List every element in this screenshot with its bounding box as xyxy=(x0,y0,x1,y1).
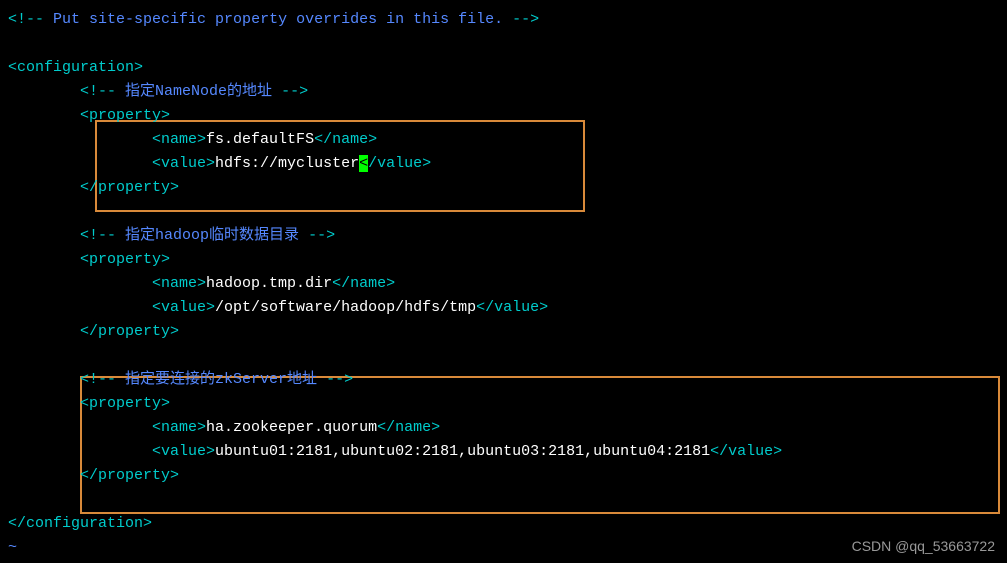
comment-dashes: -- xyxy=(26,11,53,28)
property-open: <property> xyxy=(80,251,170,268)
property-close: </property> xyxy=(80,467,179,484)
value-open: <value> xyxy=(152,155,215,172)
vim-tilde: ~ xyxy=(8,539,17,556)
name-open: <name> xyxy=(152,131,206,148)
comment-close-gt: > xyxy=(530,11,539,28)
configuration-close: </configuration> xyxy=(8,515,152,532)
property-name-1: fs.defaultFS xyxy=(206,131,314,148)
value-close-rest: /value> xyxy=(368,155,431,172)
property-open: <property> xyxy=(80,395,170,412)
xml-comment-open: <! xyxy=(8,11,26,28)
comment-tmpdir: 指定hadoop临时数据目录 xyxy=(125,227,299,244)
property-name-2: hadoop.tmp.dir xyxy=(206,275,332,292)
name-close: </name> xyxy=(377,419,440,436)
value-close: </value> xyxy=(476,299,548,316)
comment-site-specific: Put site-specific property overrides in … xyxy=(53,11,503,28)
configuration-open: <configuration> xyxy=(8,59,143,76)
property-value-3: ubuntu01:2181,ubuntu02:2181,ubuntu03:218… xyxy=(215,443,710,460)
name-close: </name> xyxy=(332,275,395,292)
name-open: <name> xyxy=(152,275,206,292)
editor-content[interactable]: <!-- Put site-specific property override… xyxy=(8,8,1007,560)
property-value-2: /opt/software/hadoop/hdfs/tmp xyxy=(215,299,476,316)
value-open: <value> xyxy=(152,299,215,316)
property-name-3: ha.zookeeper.quorum xyxy=(206,419,377,436)
comment-delim: <! xyxy=(80,83,98,100)
name-open: <name> xyxy=(152,419,206,436)
property-close: </property> xyxy=(80,179,179,196)
property-open: <property> xyxy=(80,107,170,124)
comment-namenode: 指定NameNode的地址 xyxy=(125,83,272,100)
property-close: </property> xyxy=(80,323,179,340)
value-open: <value> xyxy=(152,443,215,460)
comment-close-dashes: -- xyxy=(503,11,530,28)
cursor: < xyxy=(359,155,368,172)
property-value-1: hdfs://mycluster xyxy=(215,155,359,172)
value-close: </value> xyxy=(710,443,782,460)
comment-zkserver: 指定要连接的zkServer地址 xyxy=(125,371,317,388)
name-close: </name> xyxy=(314,131,377,148)
